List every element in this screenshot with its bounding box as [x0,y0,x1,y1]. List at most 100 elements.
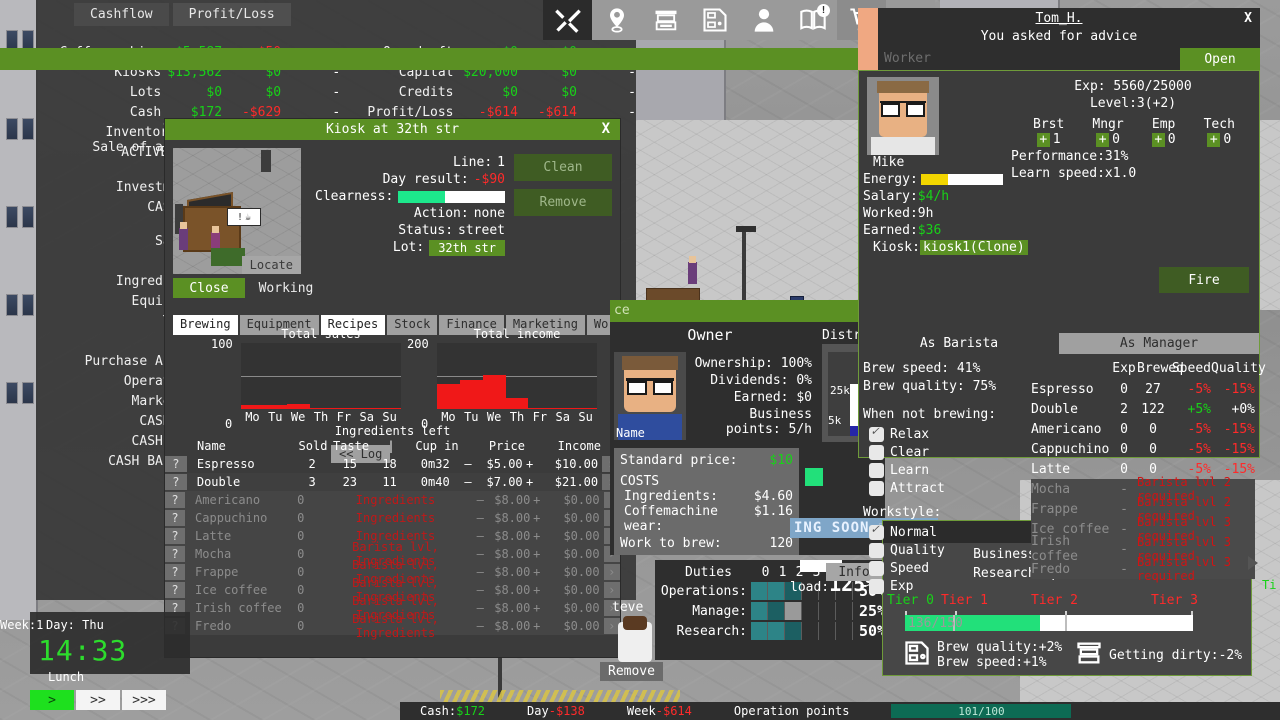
price-increase-button[interactable]: + [530,601,543,615]
duty-cell[interactable] [768,622,785,640]
checkbox-icon[interactable] [869,445,884,460]
price-decrease-button[interactable]: – [474,547,487,561]
duty-cell[interactable] [768,602,785,620]
help-icon[interactable]: ? [165,474,187,490]
worker-search-input[interactable]: Worker [878,48,1180,70]
kiosk-close-button[interactable]: Close [173,278,245,298]
duty-cell[interactable] [751,582,768,600]
remove-button[interactable]: Remove [514,189,612,216]
duty-cell[interactable] [768,582,785,600]
tab-as-barista[interactable]: As Barista [859,333,1059,354]
help-icon[interactable]: ? [165,546,185,562]
speed-1x-button[interactable]: > [30,690,74,710]
duty-cell[interactable] [802,602,819,620]
checkbox-icon[interactable] [869,525,884,540]
price-increase-button[interactable]: + [530,493,543,507]
staff-remove-button[interactable]: Remove [600,662,663,681]
duty-row[interactable]: Manage:25% [655,601,887,621]
skill-plus-button[interactable]: + [1096,133,1109,147]
chevron-right-icon[interactable] [1248,556,1262,570]
table-row[interactable]: ?Cappuchino0Ingredients–$8.00+$0.00› [165,509,620,527]
checkbox-icon[interactable] [869,463,884,478]
option-learn[interactable]: Learn [869,461,945,479]
checkbox-icon[interactable] [869,579,884,594]
speed-3x-button[interactable]: >>> [122,690,166,710]
fire-button[interactable]: Fire [1159,267,1249,293]
workstyle-normal[interactable]: Normal [869,523,945,541]
price-increase-button[interactable]: + [530,511,543,525]
help-icon[interactable]: ? [165,510,185,526]
help-icon[interactable]: ? [165,564,185,580]
skill-plus-button[interactable]: + [1037,133,1050,147]
table-row[interactable]: ?Espresso215180m32–$5.00+$10.00› [165,455,620,473]
workstyle-speed[interactable]: Speed [869,559,945,577]
clean-button[interactable]: Clean [514,154,612,181]
price-increase-button[interactable]: + [530,547,543,561]
checkbox-icon[interactable] [869,427,884,442]
kiosk-icon[interactable] [641,0,690,40]
option-relax[interactable]: Relax [869,425,945,443]
price-increase-button[interactable]: + [523,457,537,471]
kiosk-preview[interactable]: !☕ Locate [173,148,301,274]
price-increase-button[interactable]: + [530,565,543,579]
close-icon[interactable]: X [602,121,610,137]
checkbox-icon[interactable] [869,543,884,558]
price-increase-button[interactable]: + [530,619,543,633]
duty-cell[interactable] [751,622,768,640]
price-increase-button[interactable]: + [530,583,543,597]
chevron-right-icon[interactable]: › [604,582,620,598]
price-decrease-button[interactable]: – [461,457,475,471]
help-icon[interactable]: ? [165,492,185,508]
table-row[interactable]: ?Fredo0Barista lvl, Ingredients–$8.00+$0… [165,617,620,635]
price-decrease-button[interactable]: – [474,565,487,579]
option-clear[interactable]: Clear [869,443,945,461]
tab-profit-loss[interactable]: Profit/Loss [173,3,291,26]
workstyle-quality[interactable]: Quality [869,541,945,559]
duty-cell[interactable] [785,622,802,640]
book-icon[interactable]: ! [788,0,837,40]
duty-cell[interactable] [836,602,853,620]
skill-plus-button[interactable]: + [1152,133,1165,147]
help-icon[interactable]: ? [165,582,185,598]
kiosk-working-tab[interactable]: Working [249,278,323,298]
duty-cell[interactable] [751,602,768,620]
coffeemachine-icon[interactable] [690,0,739,40]
price-decrease-button[interactable]: – [474,583,487,597]
kiosk-value[interactable]: kiosk1(Clone) [920,240,1028,255]
map-pin-icon[interactable] [592,0,641,40]
table-row[interactable]: ?Americano0Ingredients–$8.00+$0.00› [165,491,620,509]
duty-cell[interactable] [785,602,802,620]
price-decrease-button[interactable]: – [474,601,487,615]
tab-as-manager[interactable]: As Manager [1059,333,1259,354]
table-row[interactable]: ?Double323110m40–$7.00+$21.00› [165,473,620,491]
chevron-right-icon[interactable]: › [604,564,620,580]
tab-cashflow[interactable]: Cashflow [74,3,169,26]
option-attract[interactable]: Attract [869,479,945,497]
tools-icon[interactable] [543,0,592,40]
duty-cell[interactable] [802,622,819,640]
lot-value[interactable]: 32th str [429,240,505,256]
checkbox-icon[interactable] [869,481,884,496]
skill-plus-button[interactable]: + [1207,133,1220,147]
workstyle-exp[interactable]: Exp [869,577,945,595]
open-button[interactable]: Open [1180,48,1260,70]
close-icon[interactable]: X [1244,11,1252,26]
price-decrease-button[interactable]: – [474,529,487,543]
duty-row[interactable]: Research:50% [655,621,887,641]
price-decrease-button[interactable]: – [461,475,475,489]
help-icon[interactable]: ? [165,456,187,472]
checkbox-icon[interactable] [869,561,884,576]
duty-cell[interactable] [819,602,836,620]
energy-label: Energy: [863,172,918,187]
speed-2x-button[interactable]: >> [76,690,120,710]
duty-cell[interactable] [819,622,836,640]
price-decrease-button[interactable]: – [474,619,487,633]
worker-icon[interactable] [739,0,788,40]
price-increase-button[interactable]: + [523,475,537,489]
price-increase-button[interactable]: + [530,529,543,543]
price-decrease-button[interactable]: – [474,511,487,525]
price-decrease-button[interactable]: – [474,493,487,507]
locate-button[interactable]: Locate [242,256,301,274]
help-icon[interactable]: ? [165,528,185,544]
duty-cell[interactable] [836,622,853,640]
